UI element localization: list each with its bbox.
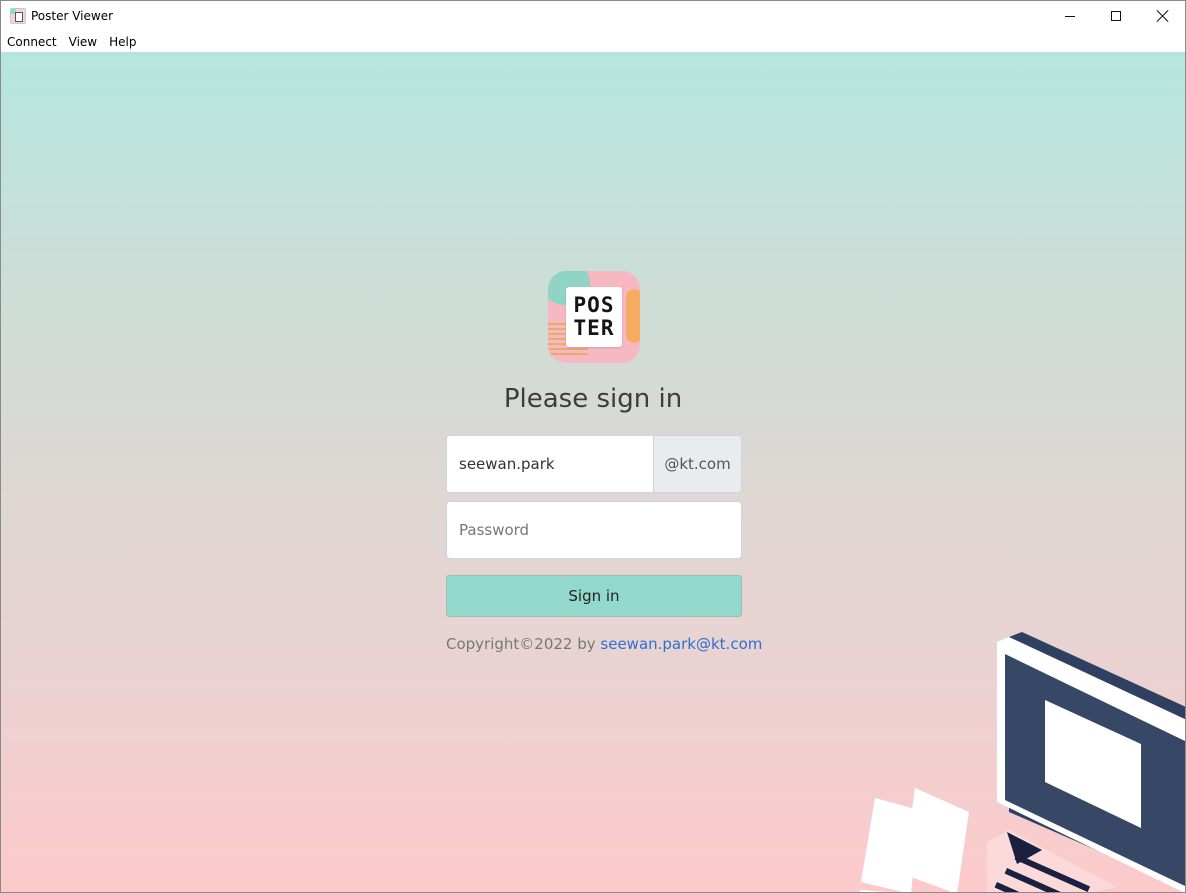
signin-heading: Please sign in <box>503 384 683 414</box>
poster-logo: POS TER <box>548 271 640 363</box>
copyright-email-link[interactable]: seewan.park@kt.com <box>600 635 762 653</box>
logo-text-line2: TER <box>573 316 615 340</box>
poster-logo-card: POS TER <box>566 287 622 347</box>
username-input[interactable] <box>447 436 653 492</box>
domain-suffix: @kt.com <box>653 436 741 492</box>
window-title: Poster Viewer <box>31 9 114 23</box>
username-group: @kt.com <box>446 435 742 493</box>
title-bar[interactable]: Poster Viewer <box>1 1 1185 31</box>
signin-button[interactable]: Sign in <box>446 575 742 617</box>
maximize-button[interactable] <box>1093 1 1139 31</box>
maximize-icon <box>1111 11 1121 21</box>
menu-connect[interactable]: Connect <box>7 35 57 49</box>
minimize-button[interactable] <box>1047 1 1093 31</box>
menu-bar: Connect View Help <box>1 31 1185 52</box>
menu-help[interactable]: Help <box>109 35 136 49</box>
close-button[interactable] <box>1139 1 1185 31</box>
menu-view[interactable]: View <box>69 35 97 49</box>
copyright-prefix: Copyright©2022 by <box>446 635 601 653</box>
paper-sheet-2 <box>903 788 969 892</box>
app-window: Poster Viewer Connect View Help POS TER … <box>0 0 1186 893</box>
copyright-text: Copyright©2022 by seewan.park@kt.com <box>446 635 762 653</box>
close-icon <box>1156 10 1168 22</box>
password-input[interactable] <box>446 501 742 559</box>
laptop-illustration <box>859 632 1185 892</box>
login-page: POS TER Please sign in @kt.com Sign in C… <box>1 52 1185 892</box>
minimize-icon <box>1065 15 1075 17</box>
logo-text-line1: POS <box>573 293 615 317</box>
app-logo-icon <box>10 8 26 24</box>
